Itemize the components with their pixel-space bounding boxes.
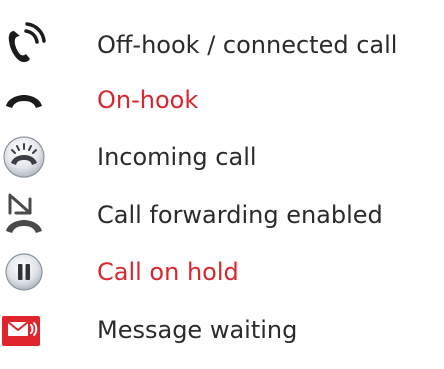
legend-label-incoming-call: Incoming call xyxy=(97,143,257,171)
off-hook-handset-icon xyxy=(0,21,48,69)
legend-label-call-forwarding: Call forwarding enabled xyxy=(97,201,383,229)
legend-row-off-hook: Off-hook / connected call xyxy=(0,17,444,73)
legend-label-on-hook: On-hook xyxy=(97,86,199,114)
legend-label-call-on-hold: Call on hold xyxy=(97,258,239,286)
legend-row-call-forwarding: Call forwarding enabled xyxy=(0,187,444,243)
call-on-hold-icon xyxy=(0,248,48,296)
legend-row-message-waiting: Message waiting xyxy=(0,302,444,358)
legend-label-message-waiting: Message waiting xyxy=(97,316,298,344)
legend-row-incoming-call: Incoming call xyxy=(0,129,444,185)
legend-label-off-hook: Off-hook / connected call xyxy=(97,31,398,59)
incoming-call-icon xyxy=(0,133,48,181)
call-forwarding-icon xyxy=(0,191,48,239)
on-hook-handset-icon xyxy=(0,76,48,124)
message-waiting-icon xyxy=(0,306,48,354)
legend-row-on-hook: On-hook xyxy=(0,72,444,128)
legend-row-call-on-hold: Call on hold xyxy=(0,244,444,300)
